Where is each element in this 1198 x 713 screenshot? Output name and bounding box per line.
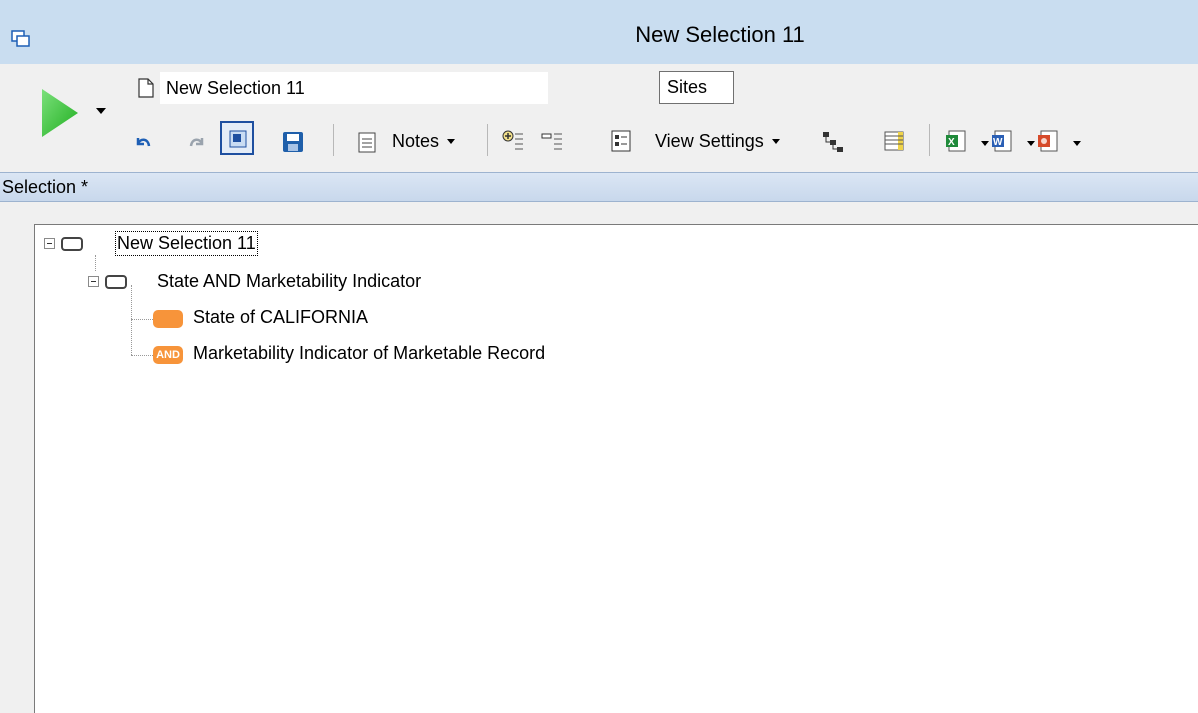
lock-icon xyxy=(229,130,247,148)
tree-group-label[interactable]: State AND Marketability Indicator xyxy=(157,271,421,292)
view-settings-menu[interactable]: View Settings xyxy=(655,128,780,154)
word-export-icon[interactable]: W xyxy=(991,129,1015,153)
add-criteria-icon[interactable] xyxy=(502,130,524,152)
document-icon xyxy=(138,78,154,98)
selection-name-input[interactable] xyxy=(160,72,548,104)
run-icon[interactable] xyxy=(38,85,84,141)
panel-gap xyxy=(0,202,1198,224)
section-label: Selection * xyxy=(2,177,89,197)
tree-connector xyxy=(131,355,153,356)
redo-icon[interactable] xyxy=(188,134,206,152)
selection-tree[interactable]: New Selection 11 State AND Marketability… xyxy=(34,224,1198,713)
hierarchy-icon[interactable] xyxy=(822,131,844,153)
title-bar: New Selection 11 xyxy=(0,0,1198,64)
notes-icon[interactable] xyxy=(358,131,376,153)
left-strip xyxy=(0,202,34,713)
chevron-down-icon[interactable] xyxy=(1073,141,1081,146)
chevron-down-icon[interactable] xyxy=(981,141,989,146)
tree-item-label[interactable]: Marketability Indicator of Marketable Re… xyxy=(193,343,545,364)
excel-export-icon[interactable]: X xyxy=(945,129,969,153)
window-title: New Selection 11 xyxy=(635,22,805,47)
collapse-icon[interactable] xyxy=(88,276,99,287)
notes-menu[interactable]: Notes xyxy=(392,128,456,154)
separator xyxy=(333,124,334,156)
tree-item-label[interactable]: State of CALIFORNIA xyxy=(193,307,368,328)
tree-connector xyxy=(131,319,153,320)
svg-text:W: W xyxy=(993,137,1003,148)
separator xyxy=(929,124,930,156)
save-icon[interactable] xyxy=(282,131,304,153)
run-dropdown-icon[interactable] xyxy=(96,108,106,114)
separator xyxy=(487,124,488,156)
chevron-down-icon xyxy=(447,138,456,144)
grid-icon[interactable] xyxy=(884,131,904,151)
svg-text:X: X xyxy=(948,137,955,148)
remove-criteria-icon[interactable] xyxy=(541,130,563,152)
pdf-export-icon[interactable] xyxy=(1037,129,1061,153)
and-operator-icon: AND xyxy=(153,346,183,364)
collapse-icon[interactable] xyxy=(44,238,55,249)
group-node-icon xyxy=(105,275,127,289)
chevron-down-icon xyxy=(771,138,780,144)
chevron-down-icon[interactable] xyxy=(1027,141,1035,146)
section-header: Selection * xyxy=(0,172,1198,202)
lock-toggle-button[interactable] xyxy=(220,121,254,155)
criteria-node-icon xyxy=(153,310,183,328)
view-settings-label: View Settings xyxy=(655,130,764,151)
table-name-box[interactable]: Sites xyxy=(659,71,734,104)
criteria-list-icon[interactable] xyxy=(610,129,632,153)
tree-connector xyxy=(131,285,132,355)
tree-connector xyxy=(95,255,96,271)
notes-label: Notes xyxy=(392,130,440,151)
undo-icon[interactable] xyxy=(134,134,152,152)
group-node-icon xyxy=(61,237,83,251)
tree-root-label[interactable]: New Selection 11 xyxy=(115,231,258,256)
